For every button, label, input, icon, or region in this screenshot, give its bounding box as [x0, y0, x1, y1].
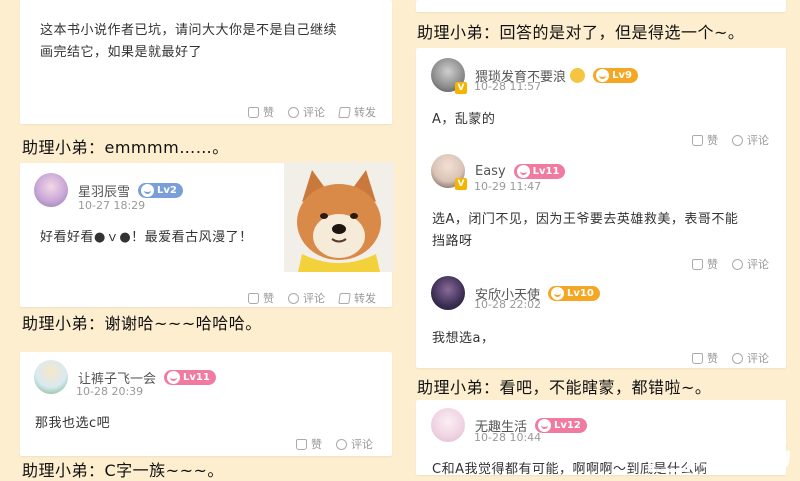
level-badge: Lv11	[513, 163, 566, 179]
logo-m-icon: M	[648, 430, 690, 472]
comment-actions: 赞 评论	[296, 436, 373, 452]
thumbs-up-icon	[692, 134, 703, 146]
comment-icon	[288, 292, 299, 304]
avatar[interactable]	[431, 276, 465, 310]
level-badge: Lv10	[548, 285, 600, 301]
like-button[interactable]: 赞	[692, 132, 718, 148]
comment-date: 10-28 10:44	[474, 431, 542, 444]
like-button[interactable]: 赞	[692, 256, 718, 272]
comment-date: 10-29 11:47	[474, 180, 542, 193]
thumbs-up-icon	[248, 292, 259, 304]
username[interactable]: 让裤子飞一会	[78, 368, 156, 387]
forward-button[interactable]: 转发	[338, 290, 376, 306]
avatar[interactable]	[34, 360, 68, 394]
thumbs-up-icon	[296, 438, 307, 450]
thumbs-up-icon	[248, 106, 259, 118]
comment-icon	[336, 438, 347, 450]
comment-text: 选A，闭门不见，因为王爷要去英雄救美，表哥不能 挡路呀	[432, 212, 739, 249]
comment-button[interactable]: 评论	[732, 132, 769, 148]
comment-button[interactable]: 评论	[732, 256, 769, 272]
level-badge: Lv11	[164, 369, 216, 385]
forward-icon	[338, 292, 351, 304]
comment-icon	[732, 134, 743, 146]
like-button[interactable]: 赞	[248, 290, 274, 306]
assistant-reply: 助理小弟：看吧，不能瞎蒙，都错啦~。	[417, 378, 712, 397]
assistant-reply: 助理小弟：emmmm……。	[22, 138, 229, 157]
comment-card: 这本书小说作者已坑，请问大大你是不是自己继续 画完结它，如果是就最好了 赞 评论…	[20, 0, 392, 124]
comment-button[interactable]: 评论	[732, 350, 769, 366]
comment-date: 10-27 18:29	[78, 199, 146, 212]
comment-actions: 赞 评论 转发	[248, 104, 376, 120]
level-face-icon	[596, 68, 610, 82]
comment-actions: 赞 评论	[692, 350, 769, 366]
username[interactable]: 星羽辰雪	[78, 181, 130, 200]
comment-actions: 赞 评论	[692, 132, 769, 148]
thumbs-up-icon	[692, 352, 703, 364]
comment-text: A，乱蒙的	[432, 112, 496, 127]
comment-card: V 猥琐发育不要浪 Lv9 10-28 11:57 A，乱蒙的 赞 评论 V E…	[416, 48, 786, 368]
comment-button[interactable]: 评论	[336, 436, 373, 452]
laughing-emoji-icon	[570, 67, 586, 83]
logo-text: 漫画岛	[694, 434, 794, 472]
level-badge: Lv9	[593, 67, 639, 83]
assistant-reply: 助理小弟：回答的是对了，但是得选一个~。	[417, 23, 745, 42]
vip-badge-icon: V	[455, 178, 467, 190]
comment-text: 那我也选c吧	[35, 416, 111, 431]
comment-date: 10-28 22:02	[474, 298, 542, 311]
assistant-reply: 助理小弟：C字一族~~~。	[22, 461, 224, 480]
avatar[interactable]	[34, 173, 68, 207]
comment-date: 10-28 20:39	[76, 385, 144, 398]
like-button[interactable]: 赞	[248, 104, 274, 120]
comment-actions: 赞 评论	[692, 256, 769, 272]
comment-icon	[288, 106, 299, 118]
like-button[interactable]: 赞	[692, 350, 718, 366]
level-badge: Lv2	[138, 182, 183, 198]
level-face-icon	[167, 370, 181, 384]
like-button[interactable]: 赞	[296, 436, 322, 452]
vip-badge-icon: V	[455, 82, 467, 94]
comment-text: 好看好看●ｖ●！最爱看古风漫了！	[40, 230, 253, 245]
forward-icon	[338, 106, 351, 118]
comment-button[interactable]: 评论	[288, 104, 325, 120]
level-face-icon	[141, 183, 155, 197]
comment-text: 我想选a，	[432, 331, 495, 346]
comment-date: 10-28 11:57	[474, 80, 542, 93]
level-face-icon	[516, 164, 530, 178]
comment-icon	[732, 352, 743, 364]
comment-actions: 赞 评论 转发	[248, 290, 376, 306]
avatar[interactable]	[431, 408, 465, 442]
forward-button[interactable]: 转发	[338, 104, 376, 120]
thumbs-up-icon	[692, 258, 703, 270]
level-face-icon	[551, 286, 565, 300]
username[interactable]: Easy	[475, 164, 506, 179]
comment-icon	[732, 258, 743, 270]
shiba-dog-image	[284, 162, 394, 272]
avatar[interactable]: V	[431, 154, 467, 190]
comment-card-partial	[416, 0, 786, 12]
manhuadao-watermark-logo: M 漫画岛	[648, 427, 800, 475]
comment-card: 让裤子飞一会 Lv11 10-28 20:39 那我也选c吧 赞 评论	[20, 352, 392, 456]
assistant-reply: 助理小弟：谢谢哈~~~哈哈哈。	[22, 314, 262, 333]
comment-text: 这本书小说作者已坑，请问大大你是不是自己继续 画完结它，如果是就最好了	[40, 23, 338, 60]
comment-button[interactable]: 评论	[288, 290, 325, 306]
level-face-icon	[538, 418, 552, 432]
level-badge: Lv12	[535, 417, 587, 433]
avatar[interactable]: V	[431, 58, 467, 94]
